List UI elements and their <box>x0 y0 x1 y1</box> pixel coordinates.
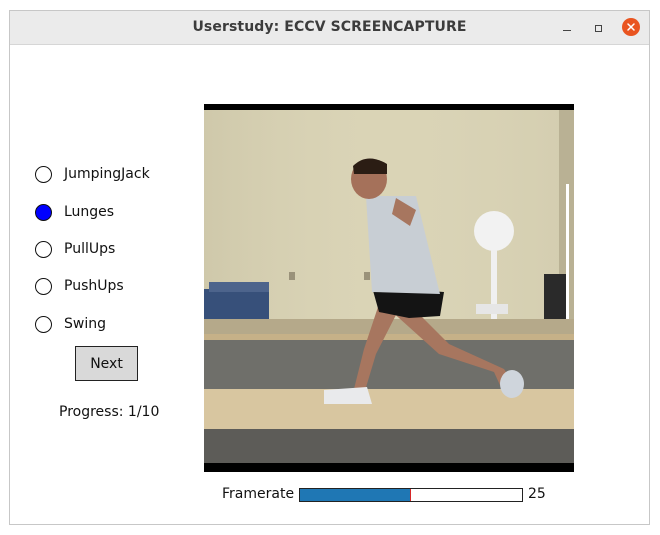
framerate-label: Framerate <box>222 486 295 502</box>
radio-button[interactable] <box>35 240 52 258</box>
radio-option-jumpingjack[interactable]: JumpingJack <box>35 163 150 185</box>
radio-button[interactable] <box>35 165 52 183</box>
window-title: Userstudy: ECCV SCREENCAPTURE <box>192 19 467 35</box>
maximize-icon <box>594 24 602 32</box>
radio-button[interactable] <box>35 315 52 333</box>
maximize-button[interactable] <box>588 18 608 38</box>
radio-button[interactable] <box>35 203 52 221</box>
radio-label: PushUps <box>64 278 124 294</box>
close-button[interactable] <box>622 18 640 36</box>
framerate-slider[interactable] <box>299 488 523 502</box>
radio-label: Lunges <box>64 204 115 220</box>
framerate-slider-fill <box>300 489 411 501</box>
radio-label: PullUps <box>64 241 116 257</box>
app-window: Userstudy: ECCV SCREENCAPTURE JumpingJac… <box>9 10 650 525</box>
framerate-value: 25 <box>528 486 546 502</box>
radio-label: Swing <box>64 316 106 332</box>
progress-label: Progress: 1/10 <box>59 404 160 420</box>
radio-option-pushups[interactable]: PushUps <box>35 275 124 297</box>
video-image <box>204 104 574 472</box>
video-frame <box>204 104 574 472</box>
radio-option-swing[interactable]: Swing <box>35 313 106 335</box>
close-icon <box>627 23 635 31</box>
next-button[interactable]: Next <box>75 346 138 381</box>
minimize-button[interactable] <box>557 18 577 38</box>
radio-label: JumpingJack <box>64 166 150 182</box>
radio-option-pullups[interactable]: PullUps <box>35 238 115 260</box>
title-bar: Userstudy: ECCV SCREENCAPTURE <box>10 11 649 45</box>
minimize-icon <box>563 29 571 31</box>
radio-option-lunges[interactable]: Lunges <box>35 201 114 223</box>
radio-button[interactable] <box>35 277 52 295</box>
